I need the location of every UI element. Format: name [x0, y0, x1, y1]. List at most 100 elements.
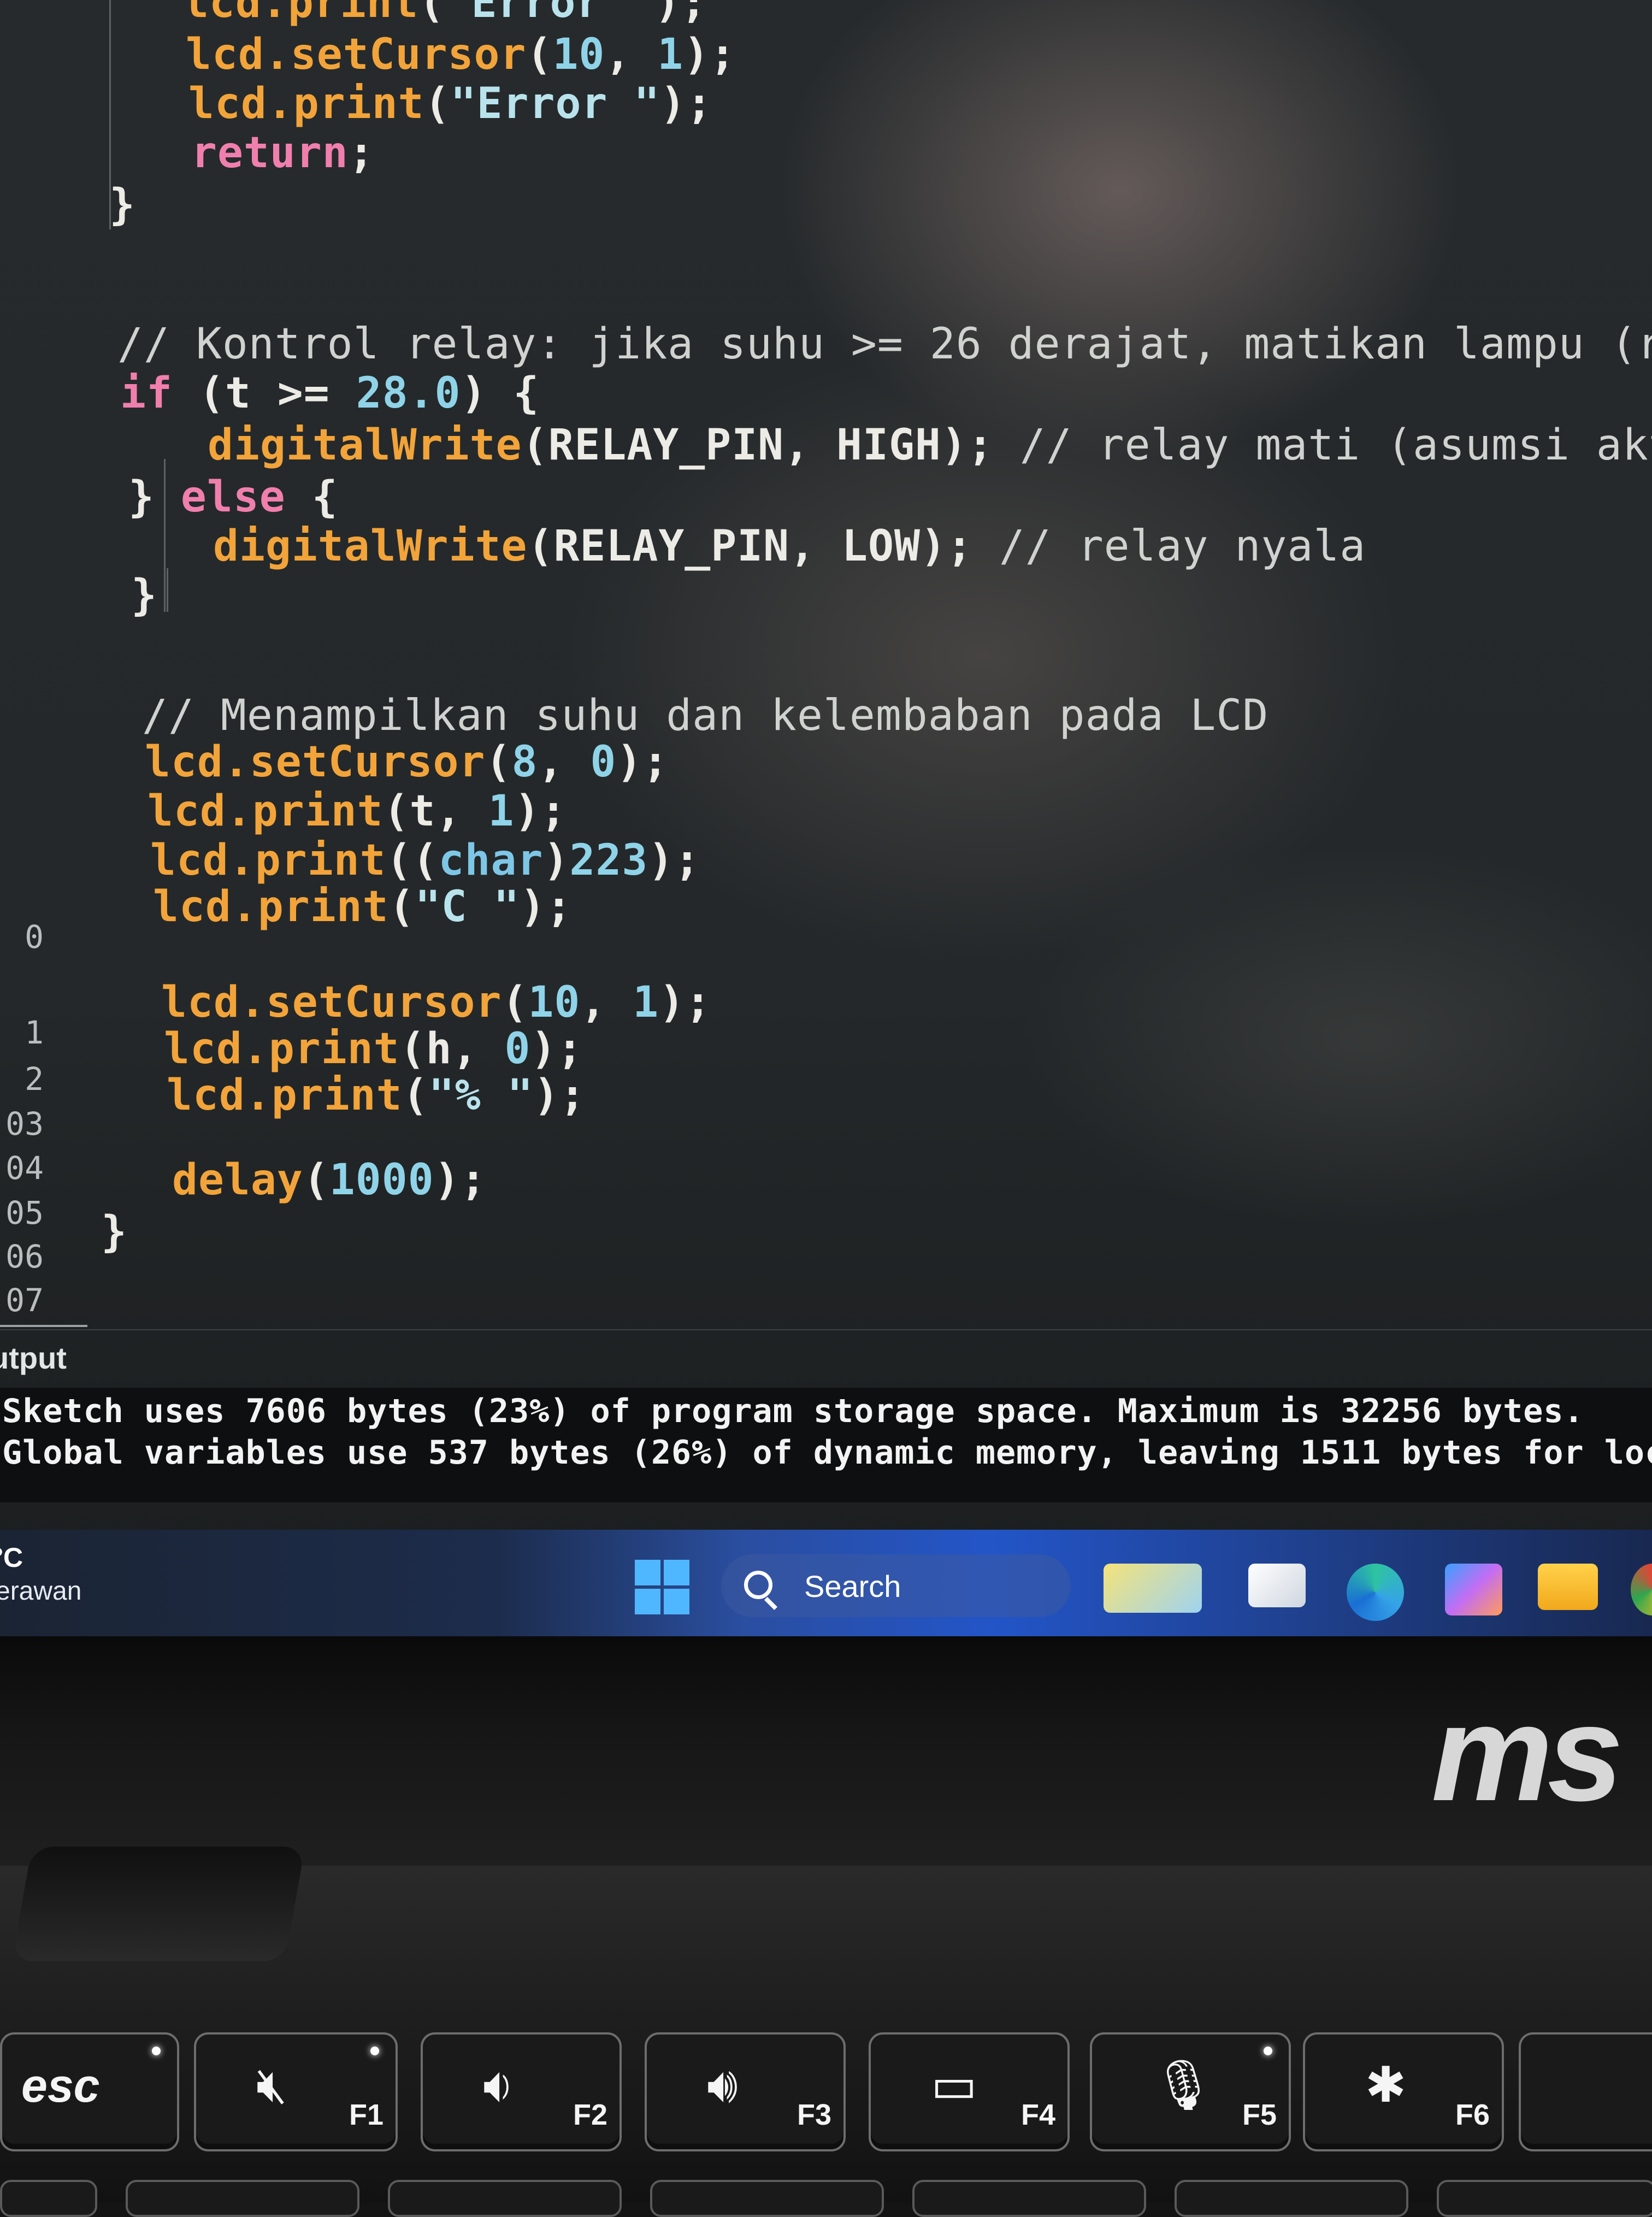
output-panel-title: utput: [0, 1341, 67, 1375]
code-token: lcd.setCursor: [145, 738, 486, 787]
f6-label: F6: [1455, 2098, 1490, 2131]
f3-key[interactable]: 🔊︎ F3: [645, 2032, 846, 2151]
bluetooth-icon: ✱: [1365, 2056, 1407, 2114]
code-line[interactable]: // Kontrol relay: jika suhu >= 26 deraja…: [117, 320, 1652, 369]
code-token: (h,: [399, 1024, 505, 1074]
code-line[interactable]: if (t >= 28.0) {: [120, 369, 539, 418]
code-line[interactable]: }: [101, 1207, 127, 1257]
esc-key-label: esc: [21, 2060, 100, 2112]
f5-key[interactable]: 🎙︎ F5: [1090, 2032, 1291, 2151]
edge-browser-icon[interactable]: [1347, 1564, 1404, 1621]
code-line[interactable]: lcd.print("Error ");: [183, 0, 707, 27]
keyboard-row: [126, 2180, 359, 2217]
copilot-icon[interactable]: [1445, 1564, 1502, 1615]
keyboard-row: [388, 2180, 622, 2217]
code-token: (: [402, 1071, 429, 1120]
code-line[interactable]: }: [109, 180, 135, 229]
weather-temperature[interactable]: °C: [0, 1542, 23, 1573]
f7-key[interactable]: [1519, 2032, 1652, 2151]
code-token: // Kontrol relay: jika suhu >= 26 deraja…: [117, 320, 1652, 369]
code-token: digitalWrite: [208, 421, 522, 470]
code-token: (: [388, 882, 415, 931]
code-line[interactable]: }: [131, 571, 157, 620]
code-token: );: [654, 0, 707, 27]
code-token: (RELAY_PIN, HIGH);: [522, 421, 1020, 470]
code-token: ((: [386, 836, 439, 885]
code-token: (: [418, 0, 445, 27]
code-token: 1: [488, 787, 515, 836]
code-token: // relay nyala: [999, 522, 1366, 571]
gutter-separator: [0, 1325, 87, 1327]
code-line[interactable]: digitalWrite(RELAY_PIN, LOW); // relay n…: [213, 522, 1366, 571]
code-token: delay: [172, 1155, 303, 1205]
code-content[interactable]: lcd.print("Error "); lcd.setCursor(10, 1)…: [0, 0, 1652, 1330]
code-line[interactable]: lcd.print(t, 1);: [148, 787, 567, 836]
output-console[interactable]: Sketch uses 7606 bytes (23%) of program …: [0, 1388, 1652, 1502]
start-button[interactable]: [635, 1560, 689, 1614]
code-token: lcd.print: [153, 882, 389, 931]
code-line[interactable]: lcd.print("% ");: [167, 1071, 586, 1120]
code-token: ,: [538, 738, 591, 787]
f2-key[interactable]: 🔉︎ F2: [421, 2032, 622, 2151]
code-token: );: [616, 738, 669, 787]
code-line[interactable]: lcd.print("Error ");: [188, 79, 712, 128]
output-line: Sketch uses 7606 bytes (23%) of program …: [2, 1392, 1584, 1430]
code-token: }: [109, 180, 135, 229]
code-token: (t >=: [172, 369, 356, 418]
code-token: lcd.print: [183, 0, 419, 27]
code-token: }: [101, 1207, 127, 1257]
task-view-icon[interactable]: [1248, 1564, 1306, 1607]
mic-led: [1264, 2047, 1272, 2055]
code-line[interactable]: lcd.print((char)223);: [150, 836, 700, 885]
code-token: lcd.print: [164, 1024, 400, 1074]
file-explorer-icon[interactable]: [1538, 1564, 1598, 1610]
taskbar-search-box[interactable]: Search: [721, 1554, 1071, 1617]
code-token: }: [128, 473, 181, 522]
code-line[interactable]: // Menampilkan suhu dan kelembaban pada …: [142, 691, 1268, 740]
code-token: lcd.setCursor: [161, 978, 502, 1027]
code-token: lcd.print: [150, 836, 386, 885]
f2-label: F2: [573, 2098, 607, 2131]
code-token: (: [502, 978, 528, 1027]
code-line[interactable]: lcd.setCursor(8, 0);: [145, 738, 669, 787]
code-token: );: [659, 978, 712, 1027]
f6-key[interactable]: ✱ F6: [1303, 2032, 1504, 2151]
code-token: 223: [569, 836, 648, 885]
code-line[interactable]: lcd.print("C ");: [153, 882, 572, 931]
code-token: ;: [348, 128, 375, 178]
code-token: char: [438, 836, 544, 885]
code-token: 1000: [329, 1155, 434, 1205]
weather-condition[interactable]: erawan: [0, 1576, 81, 1606]
f4-key[interactable]: ▭ F4: [869, 2032, 1070, 2151]
code-token: ) {: [461, 369, 540, 418]
search-icon: [744, 1571, 772, 1599]
code-token: // Menampilkan suhu dan kelembaban pada …: [142, 691, 1269, 740]
code-token: else: [180, 473, 286, 522]
code-line[interactable]: delay(1000);: [172, 1155, 487, 1205]
code-editor[interactable]: 0 1 2 03 04 05 06 07 lcd.print("Error ")…: [0, 0, 1652, 1330]
code-token: lcd.print: [167, 1071, 403, 1120]
volume-up-icon: 🔊︎: [707, 2056, 738, 2114]
keyboard-row: [912, 2180, 1146, 2217]
code-token: }: [131, 571, 157, 620]
code-line[interactable]: lcd.setCursor(10, 1);: [161, 978, 711, 1027]
code-line[interactable]: digitalWrite(RELAY_PIN, HIGH); // relay …: [208, 421, 1652, 470]
code-token: lcd.setCursor: [186, 30, 527, 79]
code-line[interactable]: return;: [191, 128, 375, 178]
f5-label: F5: [1242, 2098, 1277, 2131]
keyboard-row: [1175, 2180, 1408, 2217]
code-token: (RELAY_PIN, LOW);: [527, 522, 999, 571]
panel-divider[interactable]: [0, 1329, 1652, 1330]
widgets-icon[interactable]: [1104, 1564, 1202, 1613]
f1-label: F1: [349, 2098, 384, 2131]
f1-key[interactable]: 🔇︎ F1: [194, 2032, 398, 2151]
code-token: return: [191, 128, 349, 178]
code-token: );: [660, 79, 713, 128]
code-token: 1: [657, 30, 684, 79]
code-line[interactable]: } else {: [128, 473, 338, 522]
code-line[interactable]: lcd.setCursor(10, 1);: [186, 30, 736, 79]
code-token: lcd.print: [148, 787, 384, 836]
esc-key[interactable]: esc: [0, 2032, 179, 2151]
keyboard-row: [650, 2180, 884, 2217]
code-line[interactable]: lcd.print(h, 0);: [164, 1024, 583, 1074]
